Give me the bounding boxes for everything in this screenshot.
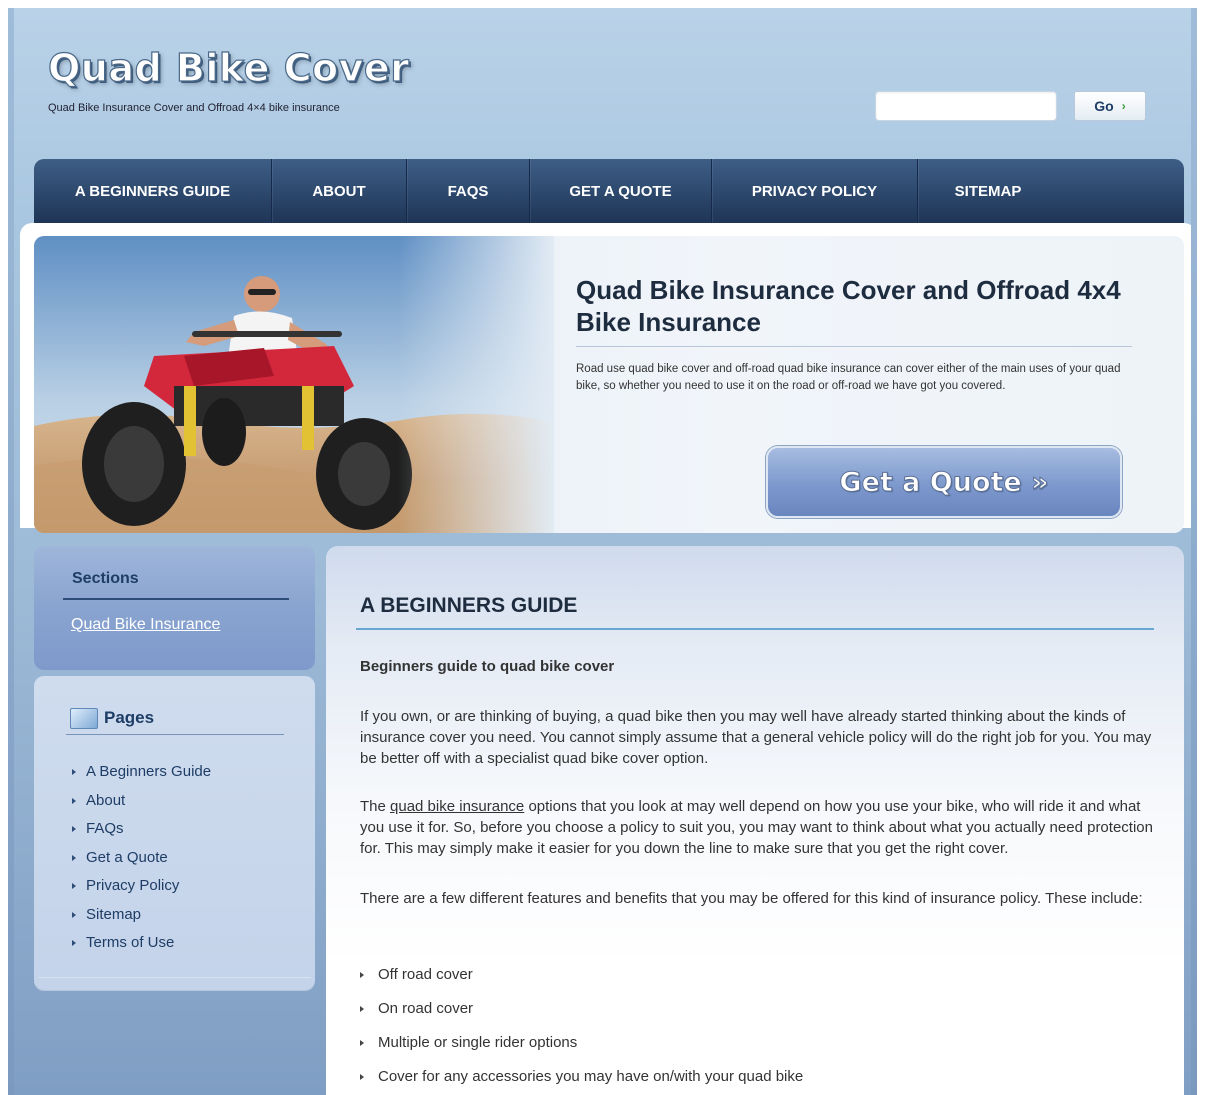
page-subtitle: Beginners guide to quad bike cover [360, 658, 615, 675]
pages-item[interactable]: Sitemap [72, 906, 211, 935]
bullet-arrow-icon [360, 972, 364, 978]
bullet-arrow-icon [72, 797, 76, 804]
bullet-arrow-icon [72, 826, 76, 832]
bullet-arrow-icon [72, 854, 76, 861]
sections-divider [63, 598, 289, 600]
feature-list: Off road cover On road cover Multiple or… [360, 966, 803, 1095]
sections-link-quad-bike-insurance[interactable]: Quad Bike Insurance [71, 616, 220, 634]
pages-list: A Beginners Guide About FAQs Get a Quote… [72, 763, 211, 963]
bullet-arrow-icon [72, 883, 76, 889]
pages-item[interactable]: FAQs [72, 820, 211, 849]
list-item-label: Multiple or single rider options [378, 1034, 578, 1051]
pages-item-label: Sitemap [86, 905, 142, 923]
pages-item-label: Privacy Policy [86, 877, 180, 894]
bullet-arrow-icon [360, 1074, 364, 1080]
pages-item[interactable]: Privacy Policy [72, 877, 211, 906]
page-title: A BEGINNERS GUIDE [360, 594, 578, 617]
main-content: A BEGINNERS GUIDE Beginners guide to qua… [326, 546, 1184, 1095]
list-item-label: On road cover [378, 1000, 474, 1017]
bullet-arrow-icon [72, 769, 76, 775]
pages-item[interactable]: Terms of Use [72, 934, 211, 963]
nav-item-faqs[interactable]: FAQS [407, 159, 530, 223]
list-item: Cover for any accessories you may have o… [360, 1068, 803, 1095]
chevron-right-icon: › [1121, 99, 1126, 113]
pages-item-label: Terms of Use [86, 934, 175, 951]
list-item-label: Cover for any accessories you may have o… [378, 1068, 804, 1085]
search-go-button[interactable]: Go › [1074, 91, 1146, 121]
paragraph-intro: If you own, or are thinking of buying, a… [360, 708, 1152, 767]
go-button-label: Go [1094, 98, 1114, 114]
hero-description: Road use quad bike cover and off-road qu… [576, 363, 1121, 392]
site-logo[interactable]: Quad Bike Cover [47, 45, 409, 90]
sections-title: Sections [72, 570, 139, 587]
pages-item[interactable]: About [72, 792, 211, 821]
title-divider [356, 628, 1154, 630]
pages-item-label: FAQs [86, 820, 124, 837]
nav-item-privacy-policy[interactable]: PRIVACY POLICY [712, 159, 918, 223]
pages-item-label: About [86, 791, 126, 809]
hero-divider [576, 346, 1132, 347]
list-item: Multiple or single rider options [360, 1034, 803, 1068]
nav-item-sitemap[interactable]: SITEMAP [918, 159, 1058, 223]
list-item: Off road cover [360, 966, 803, 1000]
pages-item[interactable]: A Beginners Guide [72, 763, 211, 792]
site-tagline: Quad Bike Insurance Cover and Offroad 4×… [48, 102, 340, 114]
folder-icon [70, 708, 98, 729]
pages-item-label: Get a Quote [86, 848, 168, 866]
quad-bike-photo [34, 236, 554, 533]
pages-bottom-divider [38, 977, 311, 978]
nav-item-beginners-guide[interactable]: A BEGINNERS GUIDE [34, 159, 272, 223]
bullet-arrow-icon [72, 940, 76, 946]
page-frame: Quad Bike Cover Quad Bike Insurance Cove… [8, 8, 1197, 1095]
bullet-arrow-icon [360, 1006, 364, 1012]
paragraph-options: The quad bike insurance options that you… [360, 796, 1156, 859]
bullet-arrow-icon [360, 1040, 364, 1046]
bullet-arrow-icon [72, 911, 76, 918]
nav-item-get-a-quote[interactable]: GET A QUOTE [530, 159, 712, 223]
pages-title: Pages [104, 708, 155, 727]
quad-bike-insurance-link[interactable]: quad bike insurance [390, 798, 524, 815]
pages-item-label: A Beginners Guide [86, 763, 212, 780]
nav-item-about[interactable]: ABOUT [272, 159, 407, 223]
list-item-label: Off road cover [378, 966, 473, 983]
paragraph-features: There are a few different features and b… [360, 890, 1143, 907]
sections-panel: Sections Quad Bike Insurance [34, 546, 315, 670]
pages-panel: Pages A Beginners Guide About FAQs Get a… [34, 676, 315, 990]
list-item: On road cover [360, 1000, 803, 1034]
search-input[interactable] [875, 91, 1057, 121]
hero-banner: Quad Bike Insurance Cover and Offroad 4x… [34, 236, 1184, 533]
pages-item[interactable]: Get a Quote [72, 849, 211, 878]
get-a-quote-button[interactable]: Get a Quote » [766, 446, 1122, 518]
hero-title: Quad Bike Insurance Cover and Offroad 4x… [576, 275, 1121, 337]
main-nav: A BEGINNERS GUIDE ABOUT FAQS GET A QUOTE… [34, 159, 1184, 223]
pages-divider [66, 734, 284, 735]
paragraph-text: The [360, 798, 391, 815]
